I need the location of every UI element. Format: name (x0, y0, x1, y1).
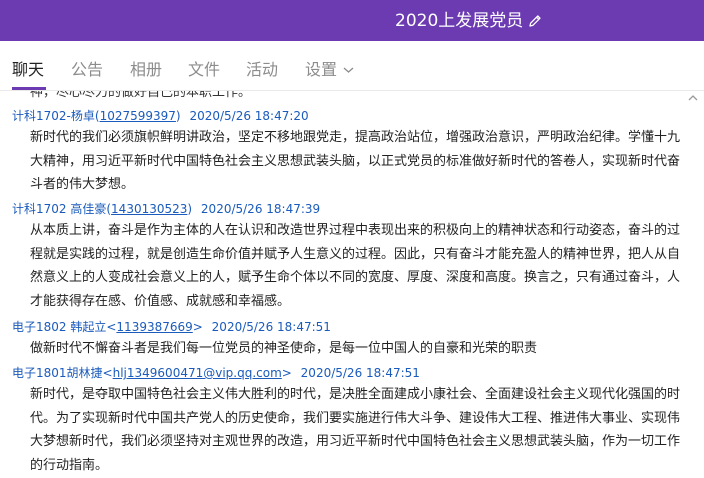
pencil-icon[interactable] (527, 13, 543, 29)
message-text: 新时代，是夺取中国特色社会主义伟大胜利的时代，是决胜全面建成小康社会、全面建设社… (30, 387, 681, 473)
chat-history[interactable]: 神，尽心尽力的做好自己的本职工作。 计科1702-杨卓(1027599397) … (0, 91, 704, 478)
group-title: 2020上发展党员 (395, 11, 524, 31)
message-header: 计科1702 高佳豪(1430130523) 2020/5/26 18:47:3… (12, 201, 320, 217)
sender-contact-link[interactable]: hlj1349600471@vip.qq.com (113, 366, 282, 380)
sender-name[interactable]: 计科1702-杨卓( (12, 109, 100, 123)
title-bar: 2020上发展党员 (0, 0, 704, 41)
tab-settings[interactable]: 设置 (305, 59, 337, 81)
sender-contact-link[interactable]: 1027599397 (100, 109, 176, 123)
sender-name[interactable]: 计科1702 高佳豪( (12, 202, 111, 216)
sender-contact-link[interactable]: 1430130523 (111, 202, 187, 216)
tab-activities[interactable]: 活动 (246, 59, 278, 81)
message-time: 2020/5/26 18:47:51 (300, 366, 420, 380)
sender-bracket: ) (175, 109, 181, 123)
sender-name[interactable]: 电子1802 韩起立< (12, 320, 116, 334)
tab-chat[interactable]: 聊天 (12, 59, 44, 81)
sender-name[interactable]: 电子1801胡林捷< (12, 366, 113, 380)
chevron-down-icon[interactable] (343, 66, 354, 74)
previous-message-text: 神，尽心尽力的做好自己的本职工作。 (30, 91, 252, 100)
sender-bracket: ) (187, 202, 193, 216)
chevron-up-icon[interactable] (688, 94, 698, 101)
sender-bracket: > (192, 320, 203, 334)
message-text: 新时代的我们必须旗帜鲜明讲政治，坚定不移地跟党走，提高政治站位，增强政治意识，严… (30, 130, 681, 192)
sender-contact-link[interactable]: 1139387669 (116, 320, 192, 334)
message-time: 2020/5/26 18:47:39 (200, 202, 321, 216)
tab-files[interactable]: 文件 (188, 59, 220, 81)
message-header: 电子1802 韩起立<1139387669> 2020/5/26 18:47:5… (12, 319, 331, 335)
message-text: 从本质上讲，奋斗是作为主体的人在认识和改造世界过程中表现出来的积极向上的精神状态… (30, 223, 681, 309)
active-tab-indicator (12, 87, 46, 90)
tab-announcement[interactable]: 公告 (71, 59, 103, 81)
message-text: 做新时代不懈奋斗者是我们每一位党员的神圣使命，是每一位中国人的自豪和光荣的职责 (30, 341, 538, 356)
message-time: 2020/5/26 18:47:20 (189, 109, 309, 123)
message-header: 计科1702-杨卓(1027599397) 2020/5/26 18:47:20 (12, 108, 309, 124)
tab-album[interactable]: 相册 (130, 59, 162, 81)
tab-bar: 聊天 公告 相册 文件 活动 设置 (0, 41, 704, 91)
message-header: 电子1801胡林捷<hlj1349600471@vip.qq.com> 2020… (12, 365, 420, 381)
message-time: 2020/5/26 18:47:51 (211, 320, 331, 334)
sender-bracket: > (281, 366, 292, 380)
